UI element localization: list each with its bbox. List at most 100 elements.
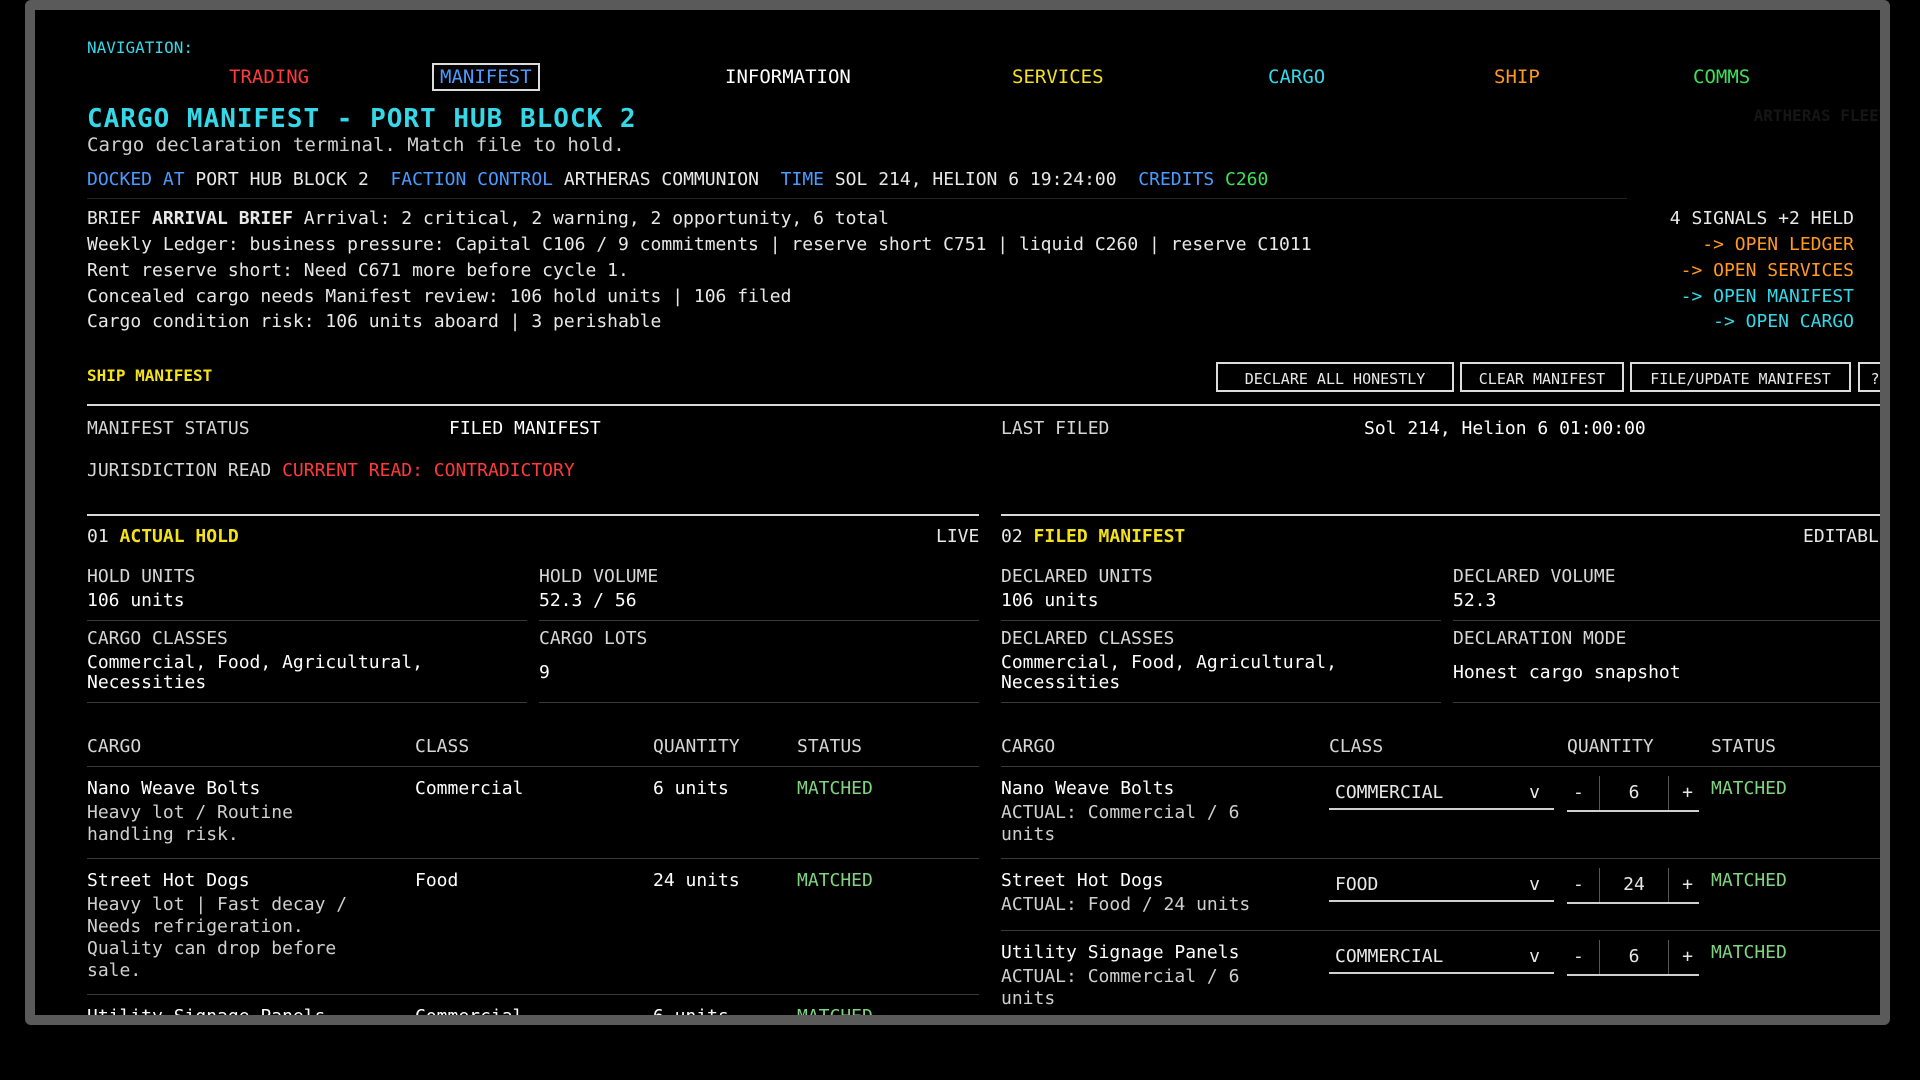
cargo-lots-label: CARGO LOTS bbox=[539, 628, 648, 649]
chevron-down-icon: v bbox=[1529, 874, 1540, 895]
increment-button[interactable]: + bbox=[1682, 940, 1693, 974]
actual-note: ACTUAL: Food / 24 units bbox=[1001, 894, 1251, 915]
quantity-value[interactable]: 6 bbox=[1599, 940, 1669, 974]
divider bbox=[1001, 766, 1880, 767]
actual-note: ACTUAL: Commercial / 6 bbox=[1001, 966, 1240, 987]
cargo-risk-text: Cargo condition risk: 106 units aboard |… bbox=[87, 311, 662, 332]
divider bbox=[1001, 1020, 1890, 1021]
cargo-classes-value-2: Necessities bbox=[87, 672, 207, 693]
cargo-note: Quality can drop before bbox=[87, 938, 337, 959]
cargo-class: Commercial bbox=[415, 1006, 524, 1025]
cargo-classes-value-1: Commercial, Food, Agricultural, bbox=[87, 652, 423, 673]
quantity-stepper[interactable]: - 6 + bbox=[1567, 940, 1699, 976]
open-ledger-link[interactable]: -> OPEN LEDGER bbox=[1702, 234, 1854, 255]
class-select[interactable]: COMMERCIAL v bbox=[1329, 776, 1554, 810]
divider bbox=[87, 994, 979, 995]
editable-tag: EDITABLE bbox=[1803, 526, 1890, 547]
open-cargo-link[interactable]: -> OPEN CARGO bbox=[1713, 311, 1854, 332]
section-number: 02 bbox=[1001, 526, 1023, 547]
declared-classes-label: DECLARED CLASSES bbox=[1001, 628, 1175, 649]
cargo-name: Street Hot Dogs bbox=[1001, 870, 1164, 891]
col-quantity: QUANTITY bbox=[653, 736, 740, 757]
cargo-name: Nano Weave Bolts bbox=[87, 778, 261, 799]
hold-volume-label: HOLD VOLUME bbox=[539, 566, 659, 587]
cargo-note: Heavy lot / Routine bbox=[87, 802, 293, 823]
declared-classes-value-1: Commercial, Food, Agricultural, bbox=[1001, 652, 1337, 673]
brief-line-1: BRIEF ARRIVAL BRIEF Arrival: 2 critical,… bbox=[87, 208, 889, 229]
status-badge: MATCHED bbox=[797, 778, 873, 799]
divider bbox=[87, 702, 527, 703]
actual-note: ACTUAL: Commercial / 6 bbox=[1001, 802, 1240, 823]
declare-all-honestly-button[interactable]: DECLARE ALL HONESTLY bbox=[1216, 362, 1454, 392]
faction-value: ARTHERAS COMMUNION bbox=[563, 169, 759, 190]
declared-classes-value-2: Necessities bbox=[1001, 672, 1121, 693]
actual-note: units bbox=[1001, 824, 1056, 845]
status-bar: DOCKED AT PORT HUB BLOCK 2 FACTION CONTR… bbox=[87, 169, 1268, 190]
chevron-down-icon: v bbox=[1529, 946, 1540, 967]
rent-reserve-text: Rent reserve short: Need C671 more befor… bbox=[87, 260, 629, 281]
filed-manifest-divider bbox=[1001, 514, 1880, 516]
hold-volume-value: 52.3 / 56 bbox=[539, 590, 637, 611]
open-manifest-link[interactable]: -> OPEN MANIFEST bbox=[1681, 286, 1854, 307]
divider bbox=[87, 620, 527, 621]
divider bbox=[1001, 620, 1441, 621]
page-title: CARGO MANIFEST - PORT HUB BLOCK 2 bbox=[87, 104, 637, 134]
cargo-quantity: 6 units bbox=[653, 778, 729, 799]
status-badge: MATCHED bbox=[1711, 942, 1787, 963]
divider bbox=[1001, 930, 1880, 931]
help-button[interactable]: ? bbox=[1858, 362, 1880, 392]
manifest-status-label: MANIFEST STATUS bbox=[87, 418, 250, 439]
page-subtitle: Cargo declaration terminal. Match file t… bbox=[87, 134, 625, 156]
col-cargo: CARGO bbox=[87, 736, 142, 757]
hold-units-label: HOLD UNITS bbox=[87, 566, 196, 587]
arrival-brief-head: ARRIVAL BRIEF bbox=[152, 208, 293, 229]
cargo-name: Nano Weave Bolts bbox=[1001, 778, 1175, 799]
divider bbox=[1001, 702, 1441, 703]
faction-label: FACTION CONTROL bbox=[390, 169, 554, 190]
class-select[interactable]: COMMERCIAL v bbox=[1329, 940, 1554, 974]
cargo-name: Street Hot Dogs bbox=[87, 870, 250, 891]
cargo-quantity: 6 units bbox=[653, 1006, 729, 1025]
quantity-stepper[interactable]: - 6 + bbox=[1567, 776, 1699, 812]
status-badge: MATCHED bbox=[1711, 778, 1787, 799]
decrement-button[interactable]: - bbox=[1573, 940, 1584, 974]
quantity-stepper[interactable]: - 24 + bbox=[1567, 868, 1699, 904]
open-services-link[interactable]: -> OPEN SERVICES bbox=[1681, 260, 1854, 281]
quantity-value[interactable]: 24 bbox=[1599, 868, 1669, 902]
increment-button[interactable]: + bbox=[1682, 868, 1693, 902]
declared-units-value: 106 units bbox=[1001, 590, 1099, 611]
class-select-value: FOOD bbox=[1335, 874, 1379, 895]
nav-tab-information[interactable]: INFORMATION bbox=[725, 66, 851, 88]
decrement-button[interactable]: - bbox=[1573, 776, 1584, 810]
divider bbox=[1001, 858, 1880, 859]
credits-label: CREDITS bbox=[1138, 169, 1215, 190]
quantity-value[interactable]: 6 bbox=[1599, 776, 1669, 810]
nav-tab-services[interactable]: SERVICES bbox=[1012, 66, 1104, 88]
time-value: SOL 214, HELION 6 19:24:00 bbox=[834, 169, 1117, 190]
docked-label: DOCKED AT bbox=[87, 169, 185, 190]
docked-value: PORT HUB BLOCK 2 bbox=[195, 169, 369, 190]
section-number: 01 bbox=[87, 526, 109, 547]
nav-tab-cargo[interactable]: CARGO bbox=[1268, 66, 1325, 88]
arrival-brief-text: Arrival: 2 critical, 2 warning, 2 opport… bbox=[303, 208, 889, 229]
increment-button[interactable]: + bbox=[1682, 776, 1693, 810]
last-filed-label: LAST FILED bbox=[1001, 418, 1110, 439]
cargo-classes-label: CARGO CLASSES bbox=[87, 628, 228, 649]
cargo-name: Utility Signage Panels bbox=[1001, 942, 1240, 963]
nav-tab-manifest[interactable]: MANIFEST bbox=[432, 63, 540, 91]
cargo-lots-value: 9 bbox=[539, 662, 550, 683]
nav-tab-ship[interactable]: SHIP bbox=[1494, 66, 1540, 88]
file-update-manifest-button[interactable]: FILE/UPDATE MANIFEST bbox=[1630, 362, 1851, 392]
time-label: TIME bbox=[780, 169, 824, 190]
signals-count[interactable]: 4 SIGNALS +2 HELD bbox=[1670, 208, 1854, 229]
credits-value: C260 bbox=[1225, 169, 1269, 190]
cargo-note: Needs refrigeration. bbox=[87, 916, 304, 937]
decrement-button[interactable]: - bbox=[1573, 868, 1584, 902]
actual-hold-title: ACTUAL HOLD bbox=[119, 526, 239, 547]
clear-manifest-button[interactable]: CLEAR MANIFEST bbox=[1460, 362, 1624, 392]
nav-tab-trading[interactable]: TRADING bbox=[229, 66, 309, 88]
actual-hold-divider bbox=[87, 514, 979, 516]
nav-tab-comms[interactable]: COMMS bbox=[1693, 66, 1750, 88]
class-select[interactable]: FOOD v bbox=[1329, 868, 1554, 902]
concealed-cargo-text: Concealed cargo needs Manifest review: 1… bbox=[87, 286, 792, 307]
